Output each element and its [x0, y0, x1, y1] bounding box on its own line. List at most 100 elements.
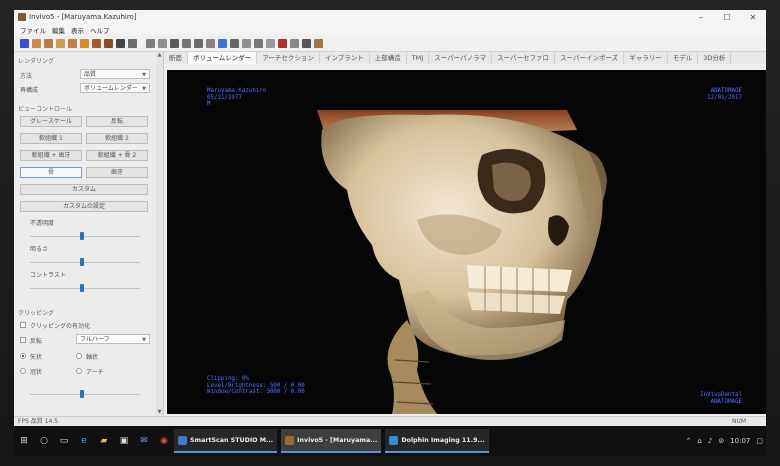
tab-tmj[interactable]: TMJ — [407, 52, 430, 64]
teeth-button[interactable]: 歯牙 — [86, 167, 148, 178]
mail-icon[interactable]: ✉ — [138, 435, 150, 447]
text-icon[interactable] — [230, 38, 239, 48]
tab-implant[interactable]: インプラント — [320, 52, 370, 64]
arrow-icon[interactable] — [242, 38, 251, 48]
radio-coronal[interactable] — [20, 368, 26, 374]
rotate-icon[interactable] — [158, 38, 167, 48]
clipping-slider-thumb[interactable] — [80, 390, 84, 398]
brightness-slider-track[interactable] — [30, 262, 140, 263]
reset-icon[interactable] — [20, 38, 29, 48]
capture-icon[interactable] — [290, 38, 299, 48]
pan-icon[interactable] — [146, 38, 155, 48]
zoom-icon[interactable] — [116, 38, 125, 48]
menu-help[interactable]: ヘルプ — [90, 25, 110, 35]
angle-icon[interactable] — [194, 38, 203, 48]
grayscale-button[interactable]: グレースケール — [20, 116, 82, 127]
volume-icon[interactable]: ♪ — [708, 437, 712, 445]
soft-tissue-bone-button[interactable]: 軟組織 + 骨 2 — [86, 150, 148, 161]
area-icon[interactable] — [206, 38, 215, 48]
skull-oblique-icon[interactable] — [104, 38, 113, 48]
control-panel: レンダリング 方法 品質 ▼ 再構成 ボリュームレンダー ▼ ビューコントロール グ… — [14, 52, 164, 416]
file-explorer-icon[interactable]: ▰ — [98, 435, 110, 447]
display-select[interactable]: ボリュームレンダー ▼ — [80, 83, 150, 93]
skull-bottom-icon[interactable] — [92, 38, 101, 48]
grid-icon[interactable] — [266, 38, 275, 48]
taskbar-app-smartscan[interactable]: SmartScan STUDIO M... — [174, 429, 278, 453]
skull-back-icon[interactable] — [44, 38, 53, 48]
dolphin-app-icon — [389, 435, 399, 445]
tab-super-ceph[interactable]: スーパーセファロ — [492, 52, 556, 64]
volume-render-viewport[interactable]: Maruyama.Kazuhiro 05/31/1977 M ANATOMAGE… — [167, 70, 766, 414]
tab-super-pano[interactable]: スーパーパノラマ — [429, 52, 493, 64]
custom-settings-button[interactable]: カスタムの設定 — [20, 201, 148, 212]
clipping-header: クリッピング — [18, 310, 55, 317]
tab-section[interactable]: 断面 — [164, 52, 188, 64]
clipping-enable-checkbox[interactable] — [20, 322, 26, 328]
minimize-button[interactable]: – — [688, 13, 714, 22]
network-icon[interactable]: ⌂ — [697, 437, 701, 445]
brightness-slider-thumb[interactable] — [80, 258, 84, 266]
contrast-slider-track[interactable] — [30, 288, 140, 289]
contrast-slider-thumb[interactable] — [80, 284, 84, 292]
tab-volume-render[interactable]: ボリュームレンダー — [188, 52, 258, 64]
invert-button[interactable]: 反転 — [86, 116, 148, 127]
windows-start-icon[interactable]: ⊞ — [18, 435, 30, 447]
soft-tissue-1-button[interactable]: 軟組織 1 — [20, 133, 82, 144]
edge-icon[interactable]: e — [78, 435, 90, 447]
window-controls: – ☐ ✕ — [688, 13, 766, 22]
store-icon[interactable]: ▣ — [118, 435, 130, 447]
tab-superimpose[interactable]: スーパーインポーズ — [555, 52, 625, 64]
task-view-icon[interactable]: ▭ — [58, 435, 70, 447]
report-icon[interactable] — [278, 38, 287, 48]
skull-left-icon[interactable] — [56, 38, 65, 48]
tooth-icon[interactable] — [314, 38, 323, 48]
search-icon[interactable]: ○ — [38, 435, 50, 447]
chevron-up-icon[interactable]: ⌃ — [686, 437, 692, 445]
radio-sagittal[interactable] — [20, 353, 26, 359]
tab-arch-section[interactable]: アーチセクション — [257, 52, 320, 64]
image-icon[interactable] — [128, 38, 137, 48]
measure-icon[interactable] — [182, 38, 191, 48]
maximize-button[interactable]: ☐ — [714, 13, 740, 22]
scroll-up-icon[interactable]: ▲ — [156, 52, 163, 59]
method-select[interactable]: 品質 ▼ — [80, 69, 150, 79]
radio-arch-label: アーチ — [86, 369, 104, 376]
clipping-mode-select[interactable]: フルハーフ ▼ — [76, 334, 150, 344]
menu-view[interactable]: 表示 — [71, 25, 84, 35]
block-icon[interactable]: ⊘ — [718, 437, 724, 445]
sculpt-icon[interactable] — [254, 38, 263, 48]
notification-icon[interactable]: ▢ — [756, 437, 763, 445]
taskbar-app-dolphin[interactable]: Dolphin Imaging 11.9... — [385, 429, 489, 453]
skull-right-icon[interactable] — [68, 38, 77, 48]
skull-front-icon[interactable] — [32, 38, 41, 48]
clipping-slider-track[interactable] — [30, 394, 140, 395]
custom-button[interactable]: カスタム — [20, 184, 148, 195]
chrome-icon[interactable]: ◉ — [158, 435, 170, 447]
skull-top-icon[interactable] — [80, 38, 89, 48]
title-bar: Invivo5 - [Maruyama.Kazuhiro] – ☐ ✕ — [14, 10, 766, 24]
clock[interactable]: 10:07 — [730, 437, 750, 445]
close-button[interactable]: ✕ — [740, 13, 766, 22]
radio-arch[interactable] — [76, 368, 82, 374]
crosshair-icon[interactable] — [170, 38, 179, 48]
tab-3d-analysis[interactable]: 3D分析 — [698, 52, 732, 64]
bone-button[interactable]: 骨 — [20, 167, 82, 178]
menu-edit[interactable]: 編集 — [52, 25, 65, 35]
screen: Invivo5 - [Maruyama.Kazuhiro] – ☐ ✕ ファイル… — [14, 10, 766, 456]
opacity-slider-track[interactable] — [30, 236, 140, 237]
tab-model[interactable]: モデル — [668, 52, 699, 64]
scroll-down-icon[interactable]: ▼ — [156, 409, 163, 416]
invert-checkbox[interactable] — [20, 337, 26, 343]
tab-gallery[interactable]: ギャラリー — [624, 52, 668, 64]
settings-icon[interactable] — [302, 38, 311, 48]
taskbar-app-invivo[interactable]: Invivo5 - [Maruyama... — [281, 429, 382, 453]
panel-scrollbar[interactable]: ▲ ▼ — [156, 52, 163, 416]
soft-tissue-2-button[interactable]: 軟組織 2 — [86, 133, 148, 144]
opacity-slider-thumb[interactable] — [80, 232, 84, 240]
soft-tissue-teeth-button[interactable]: 軟組織 + 歯牙 — [20, 150, 82, 161]
radio-axial[interactable] — [76, 353, 82, 359]
display-value: ボリュームレンダー — [84, 85, 138, 92]
menu-file[interactable]: ファイル — [20, 25, 46, 35]
tab-superstructure[interactable]: 上部構造 — [370, 52, 407, 64]
annotation-icon[interactable] — [218, 38, 227, 48]
